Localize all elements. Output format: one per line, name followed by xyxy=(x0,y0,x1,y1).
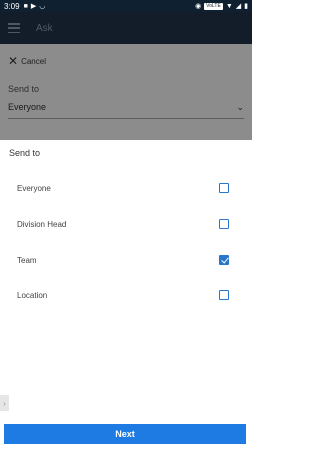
wifi-icon: ◡ xyxy=(39,3,46,10)
checkbox-division-head[interactable] xyxy=(219,219,229,229)
option-label: Everyone xyxy=(17,183,51,193)
checkbox-team[interactable] xyxy=(219,255,229,265)
option-label: Division Head xyxy=(17,219,67,229)
option-label: Location xyxy=(17,290,48,300)
option-division-head[interactable]: Division Head xyxy=(0,212,252,236)
volte-badge: VoLTE xyxy=(204,2,223,10)
sheet-title: Send to xyxy=(9,148,41,158)
video-icon: ■ xyxy=(23,2,28,10)
battery-icon: ▮ xyxy=(244,3,248,10)
status-bar: 3:09 ■ ▶ ◡ ◉ VoLTE ▼ ◢ ▮ xyxy=(0,0,252,12)
signal-icon: ◢ xyxy=(235,3,242,10)
alarm-icon: ◉ xyxy=(195,3,202,10)
status-time: 3:09 xyxy=(4,1,20,11)
option-location[interactable]: Location xyxy=(0,283,252,307)
side-drawer-handle[interactable]: › xyxy=(0,395,9,411)
status-icons: ◉ VoLTE ▼ ◢ ▮ xyxy=(195,2,248,10)
wifi-icon: ▼ xyxy=(225,2,233,10)
checkbox-location[interactable] xyxy=(219,290,229,300)
option-label: Team xyxy=(17,255,37,265)
play-icon: ▶ xyxy=(30,3,37,10)
send-to-sheet: Send to Everyone Division Head Team Loca… xyxy=(0,140,252,450)
chevron-right-icon: › xyxy=(3,398,6,408)
modal-scrim[interactable] xyxy=(0,12,252,140)
next-button[interactable]: Next xyxy=(4,424,246,444)
option-team[interactable]: Team xyxy=(0,248,252,272)
option-everyone[interactable]: Everyone xyxy=(0,176,252,200)
checkbox-everyone[interactable] xyxy=(219,183,229,193)
